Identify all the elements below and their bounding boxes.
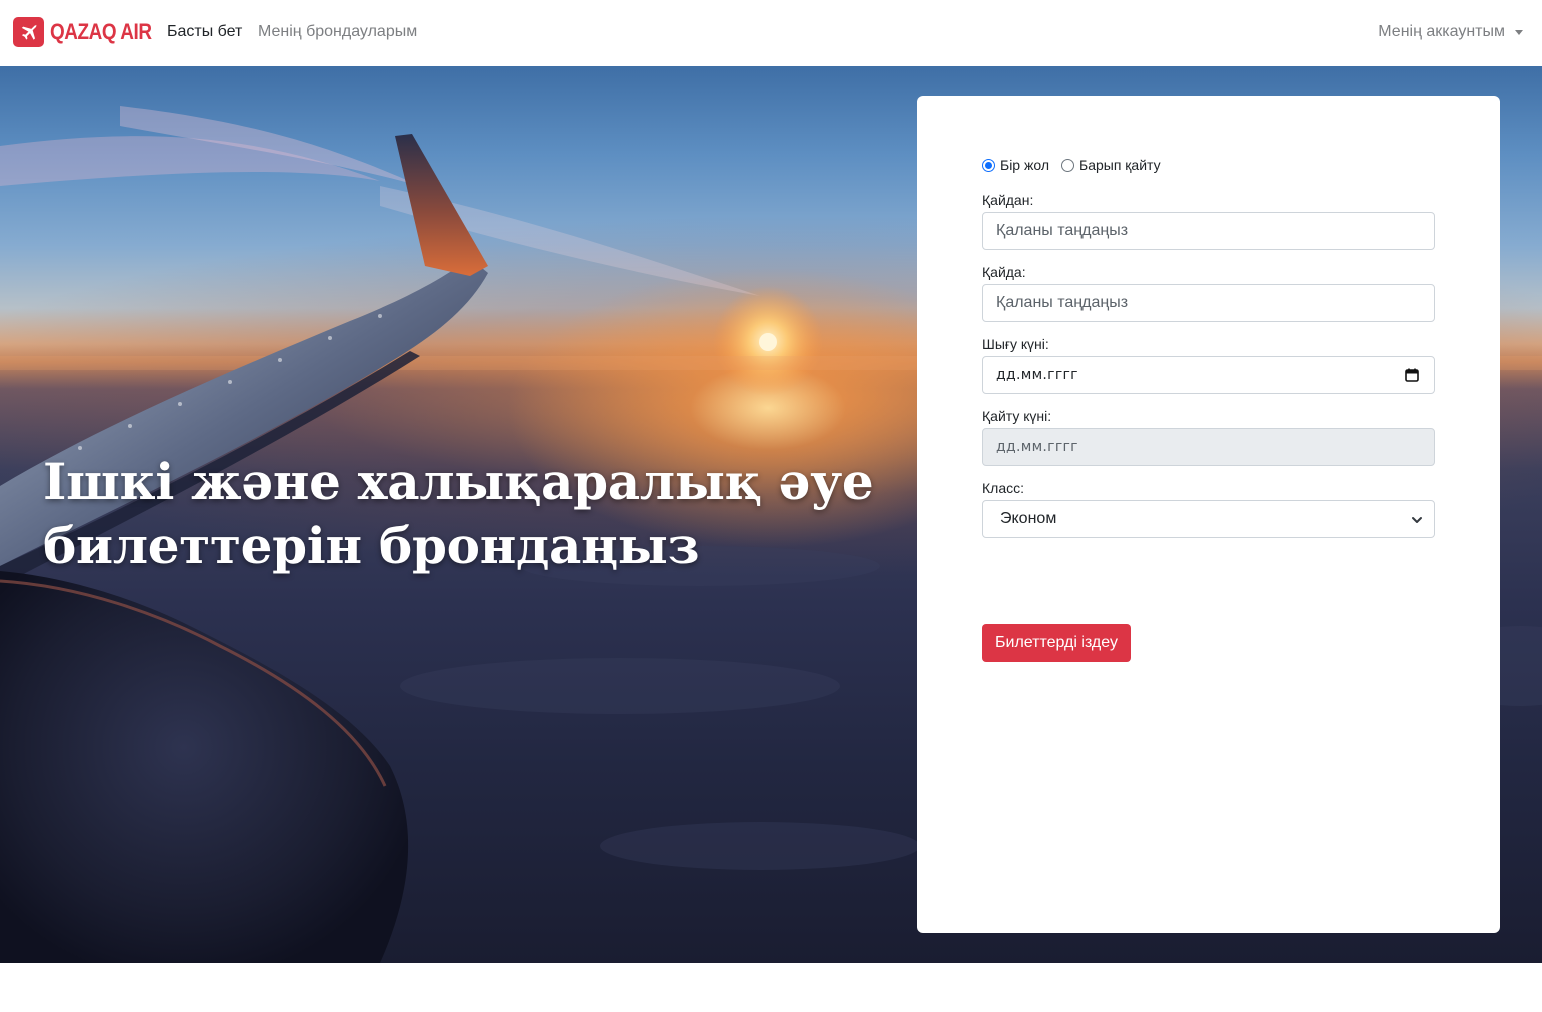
trip-type-group: Бір жол Барып қайту — [982, 156, 1173, 174]
one-way-radio[interactable] — [982, 158, 995, 172]
departure-date-value: дд.мм.гггг — [996, 367, 1078, 383]
caret-down-icon — [1515, 29, 1523, 35]
nav-home-link[interactable]: Басты бет — [167, 22, 242, 42]
account-dropdown[interactable]: Менің аккаунтым — [1378, 22, 1523, 42]
class-label: Класс: — [982, 480, 1024, 496]
departure-date-input[interactable]: дд.мм.гггг — [982, 356, 1435, 394]
return-date-label: Қайту күні: — [982, 408, 1052, 424]
hero-title: Ішкі және халықаралық әуе билеттерін бро… — [43, 452, 874, 575]
round-trip-label[interactable]: Барып қайту — [1079, 156, 1161, 174]
to-placeholder: Қаланы таңдаңыз — [996, 294, 1129, 311]
to-label: Қайда: — [982, 264, 1026, 280]
round-trip-radio[interactable] — [1061, 158, 1074, 172]
from-label: Қайдан: — [982, 192, 1034, 208]
calendar-icon[interactable] — [1405, 368, 1419, 382]
brand-name: QAZAQ AIR — [50, 19, 152, 44]
departure-date-label: Шығу күні: — [982, 336, 1049, 352]
return-date-value: дд.мм.гггг — [996, 439, 1078, 455]
class-select[interactable]: Эконом — [982, 500, 1435, 538]
return-date-input: дд.мм.гггг — [982, 428, 1435, 466]
account-label: Менің аккаунтым — [1378, 23, 1505, 40]
airplane-icon — [13, 17, 44, 47]
one-way-label[interactable]: Бір жол — [1000, 156, 1049, 174]
hero-section: Ішкі және халықаралық әуе билеттерін бро… — [0, 66, 1542, 963]
chevron-down-icon — [1412, 517, 1422, 523]
top-navbar: QAZAQ AIR Басты бет Менің брондауларым М… — [0, 0, 1542, 66]
search-tickets-button[interactable]: Билеттерді іздеу — [982, 624, 1131, 662]
class-selected-value: Эконом — [1000, 510, 1057, 527]
from-placeholder: Қаланы таңдаңыз — [996, 222, 1129, 239]
nav-my-bookings-link[interactable]: Менің брондауларым — [258, 22, 417, 42]
from-city-select[interactable]: Қаланы таңдаңыз — [982, 212, 1435, 250]
brand-logo-link[interactable]: QAZAQ AIR — [13, 17, 168, 47]
flight-search-card: Бір жол Барып қайту Қайдан: Қаланы таңда… — [917, 96, 1500, 933]
to-city-select[interactable]: Қаланы таңдаңыз — [982, 284, 1435, 322]
